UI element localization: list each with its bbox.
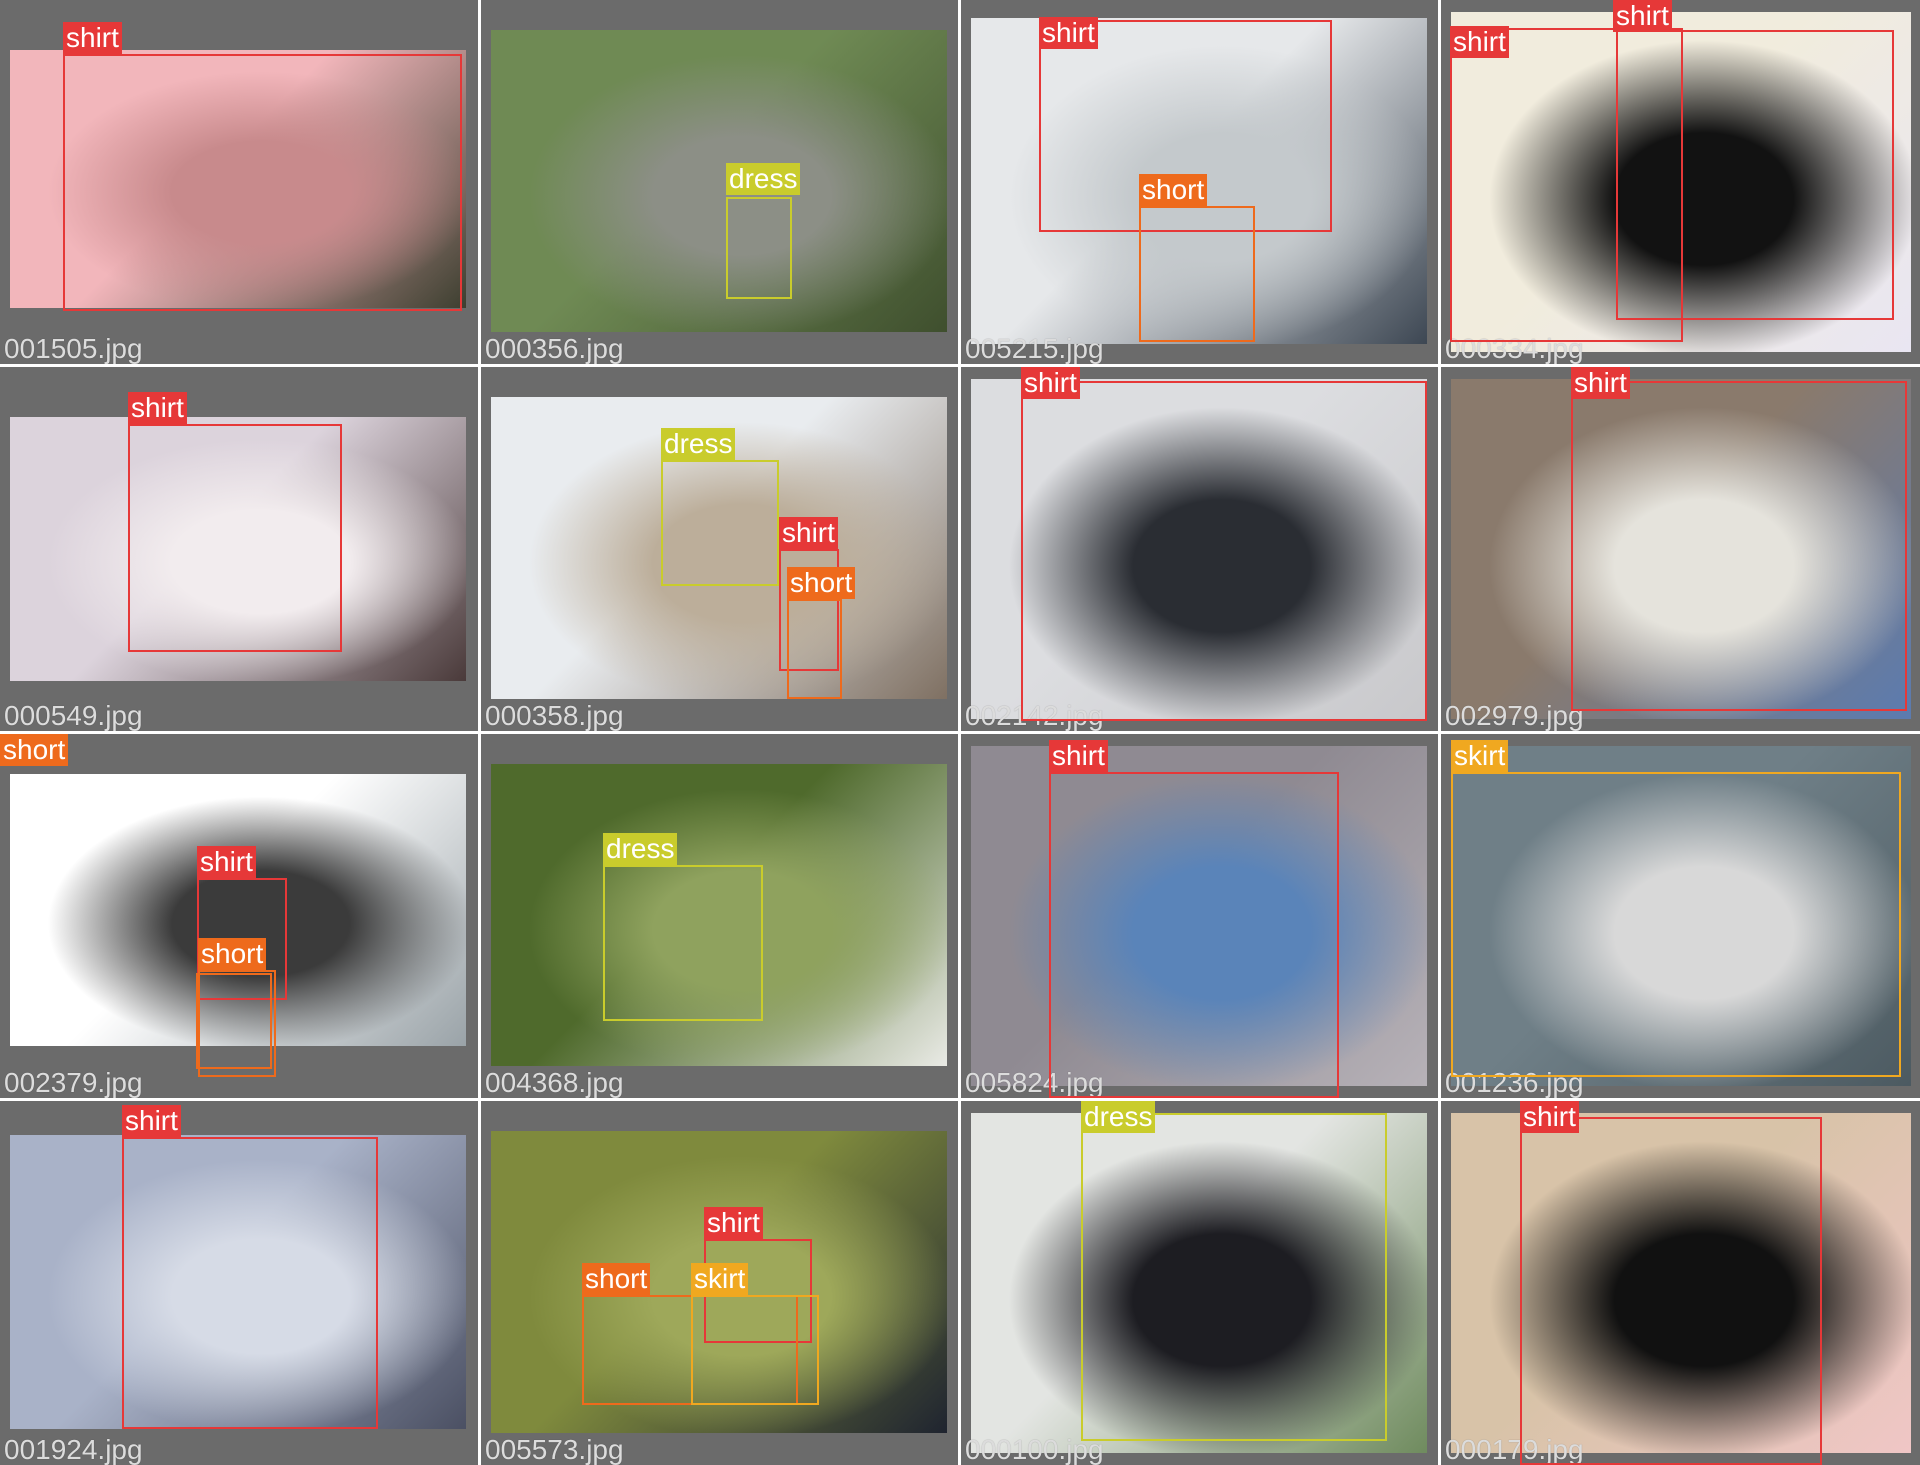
box-label-shirt: shirt xyxy=(1520,1101,1579,1133)
image-tile: shirt 005824.jpg xyxy=(961,734,1438,1098)
box-label-shirt: shirt xyxy=(128,392,187,424)
bounding-box-short xyxy=(1139,206,1255,342)
tile-filename: 002979.jpg xyxy=(1445,700,1584,731)
image-tile: dress 000356.jpg xyxy=(481,0,958,364)
bounding-box-shirt xyxy=(1049,772,1339,1098)
bounding-box-short xyxy=(787,599,842,699)
box-label-dress: dress xyxy=(603,833,678,865)
box-label-shirt: shirt xyxy=(1613,0,1672,32)
image-tile: shirt 002979.jpg xyxy=(1441,367,1920,731)
box-label-short: short xyxy=(0,734,69,766)
tile-filename: 002379.jpg xyxy=(4,1067,143,1098)
box-label-shirt: shirt xyxy=(122,1105,181,1137)
bounding-box-dress xyxy=(726,197,792,299)
box-label-skirt: skirt xyxy=(691,1263,749,1295)
image-tile: shirt short short 002379.jpg xyxy=(0,734,478,1098)
image-tile: shirt 001505.jpg xyxy=(0,0,478,364)
box-label-shirt: shirt xyxy=(1450,26,1509,58)
box-label-shirt: shirt xyxy=(1571,367,1630,399)
bounding-box-skirt xyxy=(1451,772,1901,1077)
box-label-shirt: shirt xyxy=(1049,740,1108,772)
tile-filename: 000549.jpg xyxy=(4,700,143,731)
box-label-dress: dress xyxy=(661,428,736,460)
image-tile: shirt shirt 000334.jpg xyxy=(1441,0,1920,364)
bounding-box-dress xyxy=(603,865,763,1021)
tile-filename: 001924.jpg xyxy=(4,1434,143,1465)
image-tile: shirt 001924.jpg xyxy=(0,1101,478,1465)
box-label-short: short xyxy=(1139,174,1208,206)
box-label-skirt: skirt xyxy=(1451,740,1509,772)
image-tile: dress 004368.jpg xyxy=(481,734,958,1098)
tile-filename: 001505.jpg xyxy=(4,333,143,364)
box-label-shirt: shirt xyxy=(704,1207,763,1239)
bounding-box-shirt xyxy=(1616,30,1894,320)
bounding-box-skirt xyxy=(691,1295,819,1405)
image-tile: shirt 002142.jpg xyxy=(961,367,1438,731)
box-label-shirt: shirt xyxy=(63,22,122,54)
tile-filename: 005573.jpg xyxy=(485,1434,624,1465)
box-label-short: short xyxy=(582,1263,651,1295)
box-label-short: short xyxy=(198,938,267,970)
bounding-box-shirt xyxy=(122,1137,378,1429)
tile-filename: 000358.jpg xyxy=(485,700,624,731)
image-tile: shirt short 005215.jpg xyxy=(961,0,1438,364)
box-label-dress: dress xyxy=(1081,1101,1156,1133)
box-label-shirt: shirt xyxy=(779,517,838,549)
tile-filename: 004368.jpg xyxy=(485,1067,624,1098)
bounding-box-shirt xyxy=(1021,381,1427,721)
image-tile: dress shirt short 000358.jpg xyxy=(481,367,958,731)
bounding-box-shirt xyxy=(63,54,462,311)
box-label-shirt: shirt xyxy=(1039,17,1098,49)
bounding-box-dress xyxy=(661,460,779,586)
tile-photo xyxy=(491,30,947,332)
bounding-box-dress xyxy=(1081,1113,1387,1441)
bounding-box-shirt xyxy=(1520,1117,1822,1465)
image-tile: skirt 001236.jpg xyxy=(1441,734,1920,1098)
image-tile: shirt 000179.jpg xyxy=(1441,1101,1920,1465)
box-label-shirt: shirt xyxy=(1021,367,1080,399)
box-label-dress: dress xyxy=(726,163,801,195)
bounding-box-shirt xyxy=(1571,381,1907,711)
image-tile: dress 000100.jpg xyxy=(961,1101,1438,1465)
box-label-short: short xyxy=(787,567,856,599)
bounding-box-short xyxy=(196,973,272,1069)
annotated-image-mosaic: shirt 001505.jpg dress 000356.jpg shirt short… xyxy=(0,0,1920,1465)
box-label-shirt: shirt xyxy=(197,846,256,878)
image-tile: shirt short skirt 005573.jpg xyxy=(481,1101,958,1465)
image-tile: shirt 000549.jpg xyxy=(0,367,478,731)
tile-filename: 005215.jpg xyxy=(965,333,1104,364)
bounding-box-shirt xyxy=(128,424,342,652)
tile-filename: 000356.jpg xyxy=(485,333,624,364)
